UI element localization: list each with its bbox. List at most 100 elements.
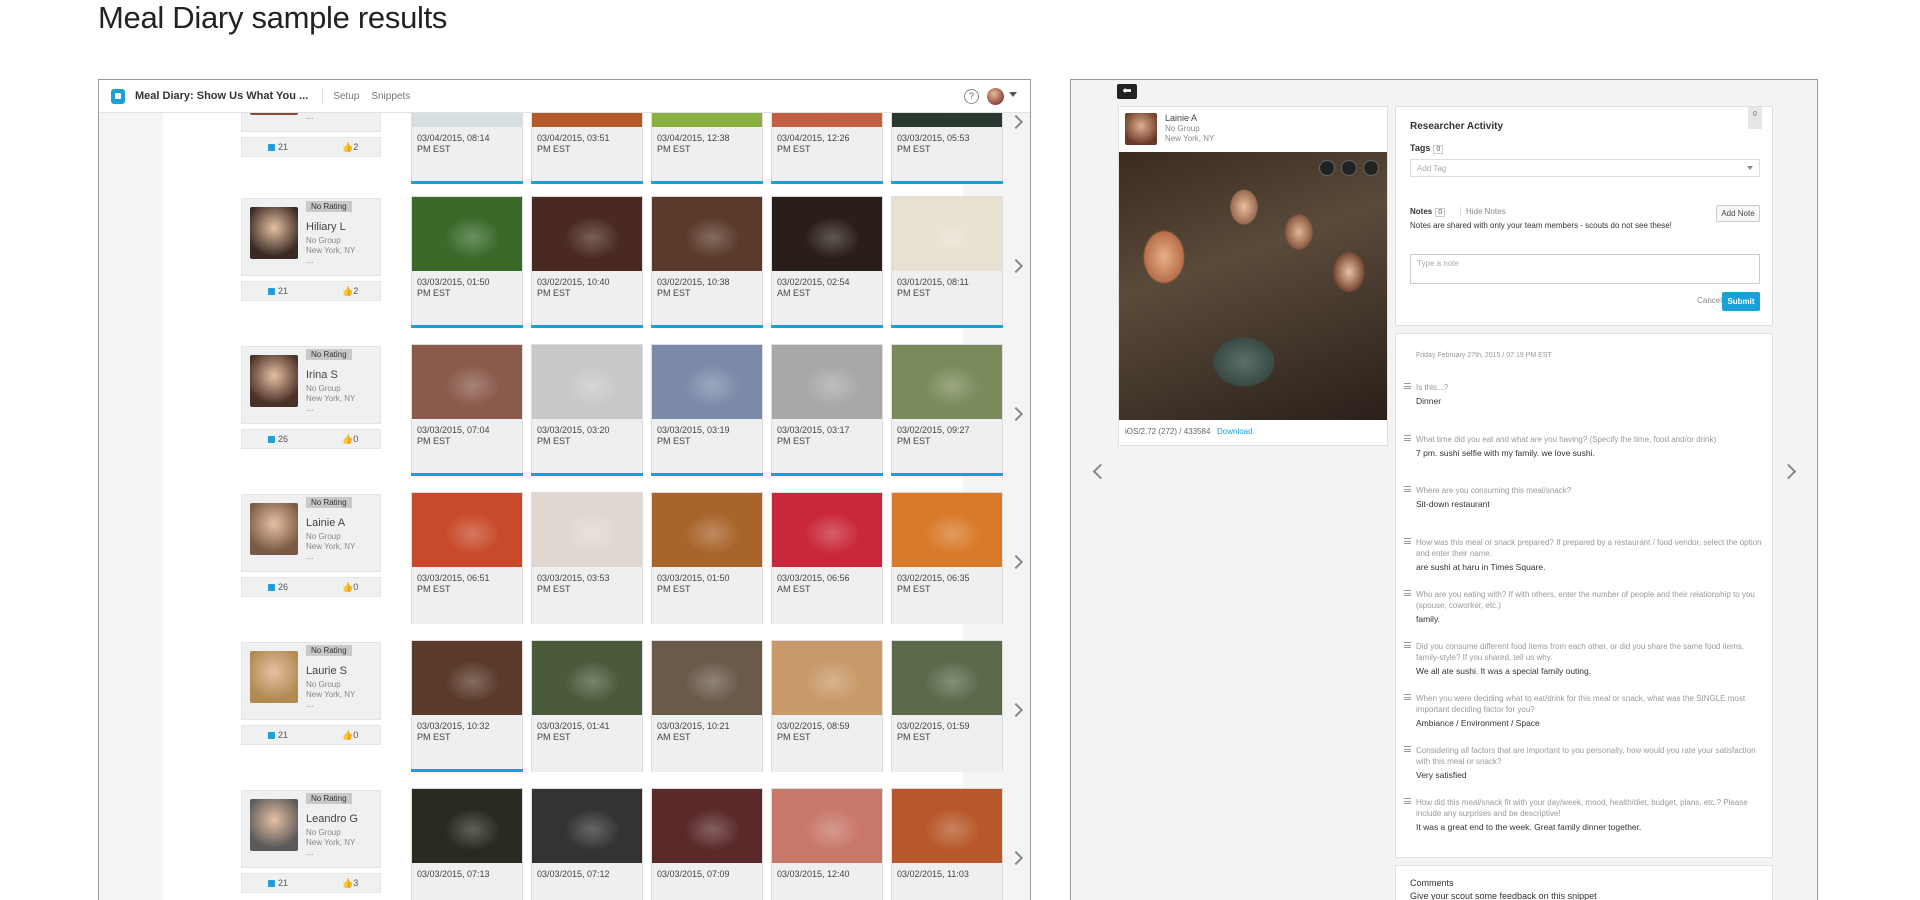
snippet-thumbnail[interactable] xyxy=(532,641,642,715)
snippet-tile[interactable]: 03/03/2015, 03:19 PM EST xyxy=(651,344,763,476)
cancel-button[interactable]: Cancel xyxy=(1697,296,1722,305)
add-tag-select[interactable]: Add Tag xyxy=(1410,159,1760,177)
answer-text: Ambiance / Environment / Space xyxy=(1416,718,1540,728)
project-title[interactable]: Meal Diary: Show Us What You ... xyxy=(135,90,308,102)
snippet-tile[interactable]: 03/01/2015, 08:11 PM EST xyxy=(891,196,1003,328)
question-answer: Did you consume different food items fro… xyxy=(1404,641,1764,677)
scout-name[interactable]: Leandro G xyxy=(306,813,358,825)
snippet-tile[interactable]: 03/03/2015, 10:21 AM EST xyxy=(651,640,763,772)
chevron-right-icon[interactable] xyxy=(1008,850,1024,866)
scout-group: No Group xyxy=(306,828,341,837)
chevron-down-icon[interactable] xyxy=(1009,92,1017,97)
nav-snippets[interactable]: Snippets xyxy=(371,91,410,102)
snippet-thumbnail[interactable] xyxy=(412,197,522,271)
snippet-thumbnail[interactable] xyxy=(892,641,1002,715)
snippet-tile[interactable]: 03/03/2015, 03:17 PM EST xyxy=(771,344,883,476)
hide-notes-link[interactable]: Hide Notes xyxy=(1460,207,1506,216)
snippet-tile[interactable]: 03/03/2015, 03:20 PM EST xyxy=(531,344,643,476)
snippet-thumbnail[interactable] xyxy=(892,345,1002,419)
snippet-tile[interactable]: 03/02/2015, 06:35 PM EST xyxy=(891,492,1003,624)
submit-button[interactable]: Submit xyxy=(1722,292,1760,311)
snippet-thumbnail[interactable] xyxy=(412,345,522,419)
snippet-thumbnail[interactable] xyxy=(412,789,522,863)
snippet-tile[interactable]: 03/03/2015, 12:40 xyxy=(771,788,883,900)
snippet-date-value: 03/02/2015, 01:59 xyxy=(897,721,970,731)
scout-name[interactable]: Lainie A xyxy=(1165,113,1197,123)
question-text: What time did you eat and what are you h… xyxy=(1416,435,1717,444)
snippet-thumbnail[interactable] xyxy=(892,197,1002,271)
snippet-thumbnail[interactable] xyxy=(772,345,882,419)
snippet-thumbnail[interactable] xyxy=(532,345,642,419)
snippet-tile[interactable]: 03/02/2015, 10:38 PM EST xyxy=(651,196,763,328)
snippet-thumbnail[interactable] xyxy=(532,493,642,567)
zoom-icon[interactable] xyxy=(1341,160,1357,176)
scout-card[interactable]: No Rating Irina S No Group New York, NY... xyxy=(241,346,381,424)
note-textarea[interactable]: Type a note xyxy=(1410,254,1760,284)
chevron-right-icon[interactable] xyxy=(1008,702,1024,718)
snippet-tile[interactable]: 03/03/2015, 07:04 PM EST xyxy=(411,344,523,476)
snippet-thumbnail[interactable] xyxy=(772,641,882,715)
snippet-tile[interactable]: 03/02/2015, 11:03 xyxy=(891,788,1003,900)
back-button[interactable]: ⬅ xyxy=(1117,84,1137,99)
snippet-tile[interactable]: 03/03/2015, 07:12 xyxy=(531,788,643,900)
snippet-thumbnail[interactable] xyxy=(532,197,642,271)
snippet-tile[interactable]: 03/02/2015, 08:59 PM EST xyxy=(771,640,883,772)
snippet-thumbnail[interactable] xyxy=(772,789,882,863)
snippet-thumbnail[interactable] xyxy=(652,197,762,271)
snippet-thumbnail[interactable] xyxy=(772,493,882,567)
snippet-photo[interactable] xyxy=(1119,152,1387,420)
scout-card[interactable]: No Rating Laurie S No Group New York, NY... xyxy=(241,642,381,720)
snippet-date-value: 03/03/2015, 01:50 xyxy=(657,573,730,583)
snippet-tile[interactable]: 03/03/2015, 10:32 PM EST xyxy=(411,640,523,772)
snippet-tile[interactable]: 03/03/2015, 07:13 xyxy=(411,788,523,900)
scout-avatar xyxy=(250,799,298,851)
scout-name[interactable]: Laurie S xyxy=(306,665,347,677)
snippet-thumbnail[interactable] xyxy=(652,641,762,715)
add-note-button[interactable]: Add Note xyxy=(1716,205,1760,222)
scout-name[interactable]: Hiliary L xyxy=(306,221,346,233)
nav-setup[interactable]: Setup xyxy=(333,91,359,102)
snippet-date: 03/02/2015, 10:40 PM EST xyxy=(537,277,610,299)
list-icon xyxy=(1404,486,1411,492)
snippet-tile[interactable]: 03/02/2015, 10:40 PM EST xyxy=(531,196,643,328)
scout-card[interactable]: No Rating Hiliary L No Group New York, NY..… xyxy=(241,198,381,276)
user-avatar[interactable] xyxy=(987,88,1004,105)
scout-name[interactable]: Lainie A xyxy=(306,517,345,529)
snippet-timezone: PM EST xyxy=(537,144,571,154)
chevron-right-icon[interactable] xyxy=(1008,114,1024,130)
snippet-tile[interactable]: 03/03/2015, 06:56 AM EST xyxy=(771,492,883,624)
snippet-thumbnail[interactable] xyxy=(772,197,882,271)
scout-name[interactable]: Irina S xyxy=(306,369,338,381)
snippet-thumbnail[interactable] xyxy=(412,493,522,567)
chevron-right-icon[interactable] xyxy=(1008,258,1024,274)
help-icon[interactable]: ? xyxy=(964,89,979,104)
snippet-tile[interactable]: 03/03/2015, 07:09 xyxy=(651,788,763,900)
snippet-thumbnail[interactable] xyxy=(652,789,762,863)
snippet-tile[interactable]: 03/02/2015, 02:54 AM EST xyxy=(771,196,883,328)
location-pin-icon[interactable] xyxy=(1363,160,1379,176)
snippet-thumbnail[interactable] xyxy=(652,345,762,419)
snippet-tile[interactable]: 03/03/2015, 06:51 PM EST xyxy=(411,492,523,624)
snippet-tile[interactable]: 03/03/2015, 01:50 PM EST xyxy=(411,196,523,328)
chevron-down-icon[interactable] xyxy=(1747,166,1753,170)
scout-card[interactable]: No Rating Leandro G No Group New York, NY..… xyxy=(241,790,381,868)
app-logo-icon[interactable] xyxy=(111,88,125,104)
snippet-tile[interactable]: 03/02/2015, 09:27 PM EST xyxy=(891,344,1003,476)
download-link[interactable]: Download xyxy=(1217,427,1253,436)
chevron-right-icon[interactable] xyxy=(1780,463,1797,480)
chevron-right-icon[interactable] xyxy=(1008,406,1024,422)
snippet-tile[interactable]: 03/02/2015, 01:59 PM EST xyxy=(891,640,1003,772)
snippet-thumbnail[interactable] xyxy=(892,789,1002,863)
snippet-thumbnail[interactable] xyxy=(532,789,642,863)
chevron-right-icon[interactable] xyxy=(1008,554,1024,570)
scout-card[interactable]: No Rating Lainie A No Group New York, NY... xyxy=(241,494,381,572)
snippet-tile[interactable]: 03/03/2015, 01:41 PM EST xyxy=(531,640,643,772)
rotate-icon[interactable] xyxy=(1319,160,1335,176)
snippet-tile[interactable]: 03/03/2015, 03:53 PM EST xyxy=(531,492,643,624)
scout-avatar xyxy=(250,651,298,703)
snippet-tile[interactable]: 03/03/2015, 01:50 PM EST xyxy=(651,492,763,624)
snippet-thumbnail[interactable] xyxy=(652,493,762,567)
snippet-thumbnail[interactable] xyxy=(412,641,522,715)
snippet-thumbnail[interactable] xyxy=(892,493,1002,567)
chevron-left-icon[interactable] xyxy=(1092,463,1109,480)
